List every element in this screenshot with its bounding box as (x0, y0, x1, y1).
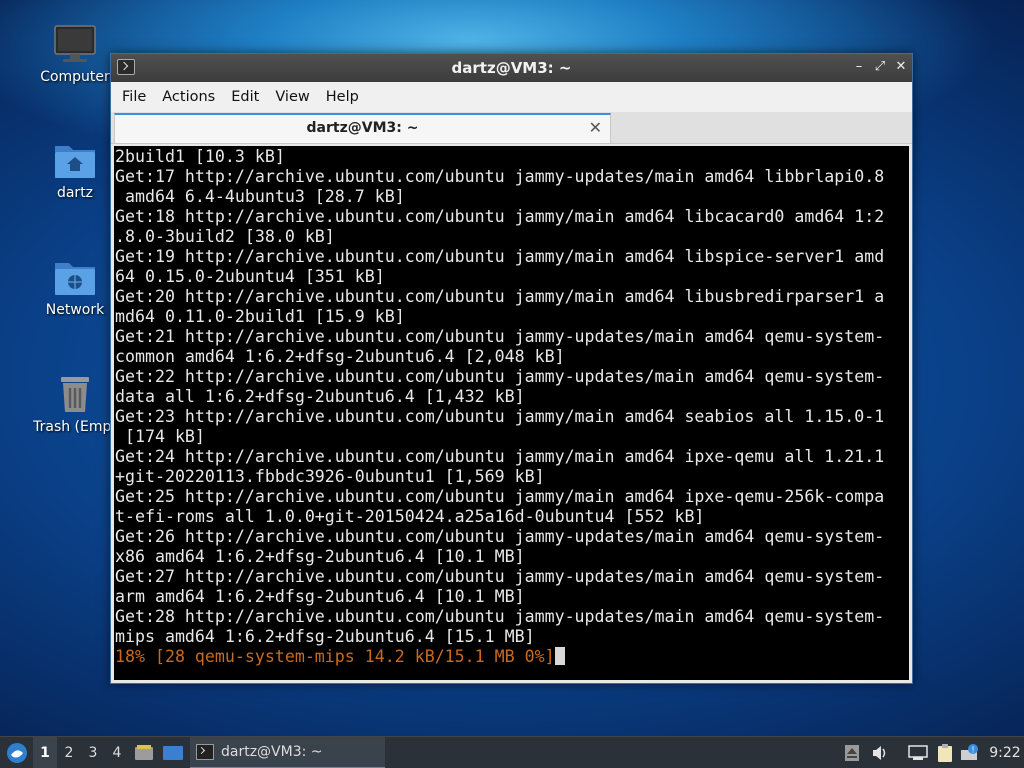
terminal-line: Get:28 http://archive.ubuntu.com/ubuntu … (115, 607, 885, 626)
taskbar-item-terminal[interactable]: dartz@VM3: ~ (190, 737, 385, 768)
workspace-2[interactable]: 2 (57, 737, 81, 768)
minimize-button[interactable]: – (850, 58, 868, 76)
terminal-status-line: 18% [28 qemu-system-mips 14.2 kB/15.1 MB… (115, 647, 909, 667)
terminal-icon (196, 744, 214, 760)
terminal-line: Get:17 http://archive.ubuntu.com/ubuntu … (115, 167, 885, 186)
workspace-3[interactable]: 3 (81, 737, 105, 768)
tab-label: dartz@VM3: ~ (306, 120, 419, 136)
desktop-icon-label: Computer (40, 69, 110, 85)
desktop-icon-computer[interactable]: Computer (29, 24, 121, 85)
app-menu-icon (7, 743, 27, 763)
tab-bar: dartz@VM3: ~ ✕ (111, 112, 912, 144)
desktop-icon-trash[interactable]: Trash (Empt (29, 374, 121, 435)
svg-text:!: ! (971, 746, 974, 755)
desktop-icon-home[interactable]: dartz (29, 140, 121, 201)
window-title: dartz@VM3: ~ (451, 59, 572, 77)
terminal-line: amd64 6.4-4ubuntu3 [28.7 kB] (115, 187, 405, 206)
tab-close-icon[interactable]: ✕ (589, 118, 602, 137)
desktop-icon-label: Trash (Empt (33, 419, 117, 435)
terminal-line: Get:26 http://archive.ubuntu.com/ubuntu … (115, 527, 885, 546)
close-button[interactable]: ✕ (892, 58, 910, 76)
menu-help[interactable]: Help (318, 82, 367, 112)
clipboard-icon[interactable] (934, 737, 956, 768)
terminal-line: Get:23 http://archive.ubuntu.com/ubuntu … (115, 407, 885, 426)
terminal-window: dartz@VM3: ~ – ⤢ ✕ File Actions Edit Vie… (110, 53, 913, 684)
menu-edit[interactable]: Edit (223, 82, 267, 112)
notification-icon[interactable]: ! (959, 737, 981, 768)
terminal-line: Get:27 http://archive.ubuntu.com/ubuntu … (115, 567, 885, 586)
terminal-line: Get:18 http://archive.ubuntu.com/ubuntu … (115, 207, 885, 226)
terminal-line: +git-20220113.fbbdc3926-0ubuntu1 [1,569 … (115, 467, 545, 486)
menu-view[interactable]: View (267, 82, 317, 112)
terminal-line: common amd64 1:6.2+dfsg-2ubuntu6.4 [2,04… (115, 347, 565, 366)
folder-icon (135, 745, 153, 760)
trash-icon (61, 377, 89, 412)
menu-bar: File Actions Edit View Help (111, 82, 912, 112)
eject-icon[interactable] (842, 737, 862, 768)
desktop-icon-network[interactable]: Network (29, 257, 121, 318)
window-titlebar[interactable]: dartz@VM3: ~ – ⤢ ✕ (111, 54, 912, 82)
terminal-cursor (554, 647, 565, 665)
terminal-line: x86 amd64 1:6.2+dfsg-2ubuntu6.4 [10.1 MB… (115, 547, 525, 566)
terminal-line: [174 kB] (115, 427, 205, 446)
progress-status: 18% [28 qemu-system-mips 14.2 kB/15.1 MB… (115, 647, 555, 666)
terminal-output[interactable]: 2build1 [10.3 kB] Get:17 http://archive.… (114, 146, 909, 680)
terminal-line: md64 0.11.0-2build1 [15.9 kB] (115, 307, 405, 326)
workspace-4[interactable]: 4 (105, 737, 129, 768)
workspace-1[interactable]: 1 (33, 737, 57, 768)
network-folder-icon (55, 263, 95, 295)
terminal-line: Get:20 http://archive.ubuntu.com/ubuntu … (115, 287, 885, 306)
terminal-line: Get:22 http://archive.ubuntu.com/ubuntu … (115, 367, 885, 386)
maximize-button[interactable]: ⤢ (871, 58, 889, 76)
desktop-icon-label: dartz (56, 185, 94, 201)
start-menu-button[interactable] (4, 737, 30, 768)
menu-file[interactable]: File (114, 82, 154, 112)
menu-actions[interactable]: Actions (154, 82, 223, 112)
terminal-line: Get:21 http://archive.ubuntu.com/ubuntu … (115, 327, 885, 346)
home-folder-icon (55, 146, 95, 178)
desktop-icon-label: Network (45, 302, 105, 318)
monitor-icon (54, 25, 96, 62)
terminal-line: 64 0.15.0-2ubuntu4 [351 kB] (115, 267, 385, 286)
terminal-line: Get:19 http://archive.ubuntu.com/ubuntu … (115, 247, 885, 266)
show-desktop-button[interactable] (161, 737, 185, 768)
taskbar: 1 2 3 4 dartz@VM3: ~ ! 9:22 (0, 736, 1024, 768)
tab-terminal[interactable]: dartz@VM3: ~ ✕ (114, 113, 611, 143)
terminal-line: Get:24 http://archive.ubuntu.com/ubuntu … (115, 447, 885, 466)
terminal-line: data all 1:6.2+dfsg-2ubuntu6.4 [1,432 kB… (115, 387, 525, 406)
terminal-line: Get:25 http://archive.ubuntu.com/ubuntu … (115, 487, 885, 506)
clock[interactable]: 9:22 (988, 737, 1022, 768)
network-icon[interactable] (906, 737, 930, 768)
terminal-line: mips amd64 1:6.2+dfsg-2ubuntu6.4 [15.1 M… (115, 627, 535, 646)
terminal-line: t-efi-roms all 1.0.0+git-20150424.a25a16… (115, 507, 705, 526)
volume-icon[interactable] (869, 737, 891, 768)
terminal-line: .8.0-3build2 [38.0 kB] (115, 227, 335, 246)
file-manager-launcher[interactable] (133, 737, 155, 768)
terminal-line: arm amd64 1:6.2+dfsg-2ubuntu6.4 [10.1 MB… (115, 587, 525, 606)
desktop-icon (163, 746, 183, 760)
taskbar-item-label: dartz@VM3: ~ (221, 744, 323, 760)
terminal-line: 2build1 [10.3 kB] (115, 147, 285, 166)
